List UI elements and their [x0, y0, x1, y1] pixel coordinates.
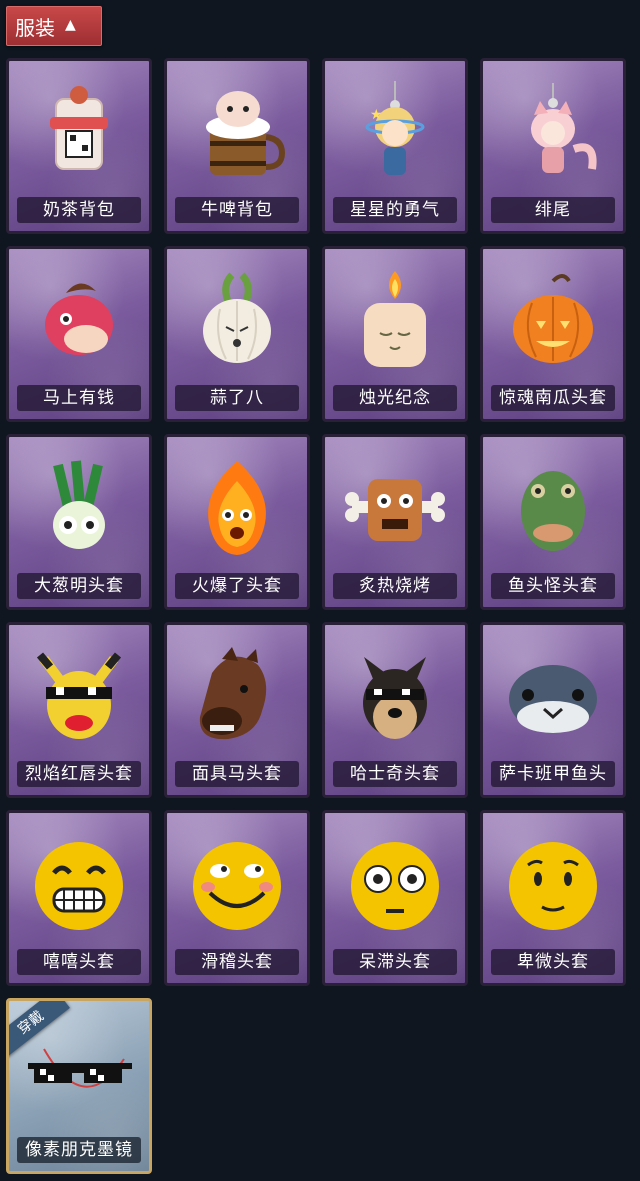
costume-name: 绯尾 — [491, 197, 615, 223]
costume-name: 嘻嘻头套 — [17, 949, 141, 975]
costume-card[interactable]: 滑稽头套 — [164, 810, 310, 986]
costume-card[interactable]: 奶茶背包 — [6, 58, 152, 234]
costume-name: 牛啤背包 — [175, 197, 299, 223]
chevron-up-icon: ▲ — [65, 17, 76, 33]
costume-card[interactable]: 萨卡班甲鱼头 — [480, 622, 626, 798]
costume-card[interactable]: 炙热烧烤 — [322, 434, 468, 610]
costume-name: 滑稽头套 — [175, 949, 299, 975]
costume-card[interactable]: 火爆了头套 — [164, 434, 310, 610]
pumpkin-head-icon — [483, 263, 623, 381]
sacabambaspis-head-icon — [483, 639, 623, 757]
fish-mask-icon — [483, 451, 623, 569]
milk-tea-backpack-icon — [9, 75, 149, 193]
costume-card[interactable]: 牛啤背包 — [164, 58, 310, 234]
garlic-head-icon — [167, 263, 307, 381]
costume-card[interactable]: 马上有钱 — [6, 246, 152, 422]
costume-card[interactable]: 烛光纪念 — [322, 246, 468, 422]
costume-card[interactable]: 鱼头怪头套 — [480, 434, 626, 610]
smirk-emoji-head-icon — [167, 827, 307, 945]
costume-name: 鱼头怪头套 — [491, 573, 615, 599]
costume-card[interactable]: 烈焰红唇头套 — [6, 622, 152, 798]
candle-head-icon — [325, 263, 465, 381]
cow-beer-barrel-icon — [167, 75, 307, 193]
costume-card[interactable]: 蒜了八 — [164, 246, 310, 422]
costume-card[interactable]: 惊魂南瓜头套 — [480, 246, 626, 422]
flushed-emoji-head-icon — [325, 827, 465, 945]
costume-name: 像素朋克墨镜 — [17, 1137, 141, 1163]
costume-category-toggle[interactable]: 服装 ▲ — [6, 6, 102, 46]
costume-name: 火爆了头套 — [175, 573, 299, 599]
red-horse-head-icon — [9, 263, 149, 381]
husky-mask-icon — [325, 639, 465, 757]
costume-name: 大葱明头套 — [17, 573, 141, 599]
costume-card[interactable]: 像素朋克墨镜 穿戴 — [6, 998, 152, 1174]
costume-name: 烈焰红唇头套 — [17, 761, 141, 787]
meat-bone-head-icon — [325, 451, 465, 569]
costume-name: 萨卡班甲鱼头 — [491, 761, 615, 787]
costume-card[interactable]: 卑微头套 — [480, 810, 626, 986]
fox-girl-charm-icon — [483, 75, 623, 193]
costume-name: 星星的勇气 — [333, 197, 457, 223]
horse-mask-icon — [167, 639, 307, 757]
costume-card[interactable]: 嘻嘻头套 — [6, 810, 152, 986]
costume-card[interactable]: 绯尾 — [480, 58, 626, 234]
yellow-mouse-mask-icon — [9, 639, 149, 757]
costume-card[interactable]: 大葱明头套 — [6, 434, 152, 610]
costume-name: 卑微头套 — [491, 949, 615, 975]
costume-name: 惊魂南瓜头套 — [491, 385, 615, 411]
costume-card[interactable]: ★ 星星的勇气 — [322, 58, 468, 234]
grinning-emoji-head-icon — [9, 827, 149, 945]
costume-name: 炙热烧烤 — [333, 573, 457, 599]
svg-text:★: ★ — [370, 107, 383, 123]
humble-emoji-head-icon — [483, 827, 623, 945]
costume-name: 马上有钱 — [17, 385, 141, 411]
costume-card[interactable]: 哈士奇头套 — [322, 622, 468, 798]
category-label: 服装 — [15, 15, 55, 40]
costume-name: 蒜了八 — [175, 385, 299, 411]
costume-card[interactable]: 面具马头套 — [164, 622, 310, 798]
costume-card[interactable]: 呆滞头套 — [322, 810, 468, 986]
scallion-head-icon — [9, 451, 149, 569]
costume-name: 呆滞头套 — [333, 949, 457, 975]
costume-name: 面具马头套 — [175, 761, 299, 787]
costume-name: 哈士奇头套 — [333, 761, 457, 787]
costume-name: 奶茶背包 — [17, 197, 141, 223]
costume-name: 烛光纪念 — [333, 385, 457, 411]
fire-head-icon — [167, 451, 307, 569]
star-doll-charm-icon: ★ — [325, 75, 465, 193]
